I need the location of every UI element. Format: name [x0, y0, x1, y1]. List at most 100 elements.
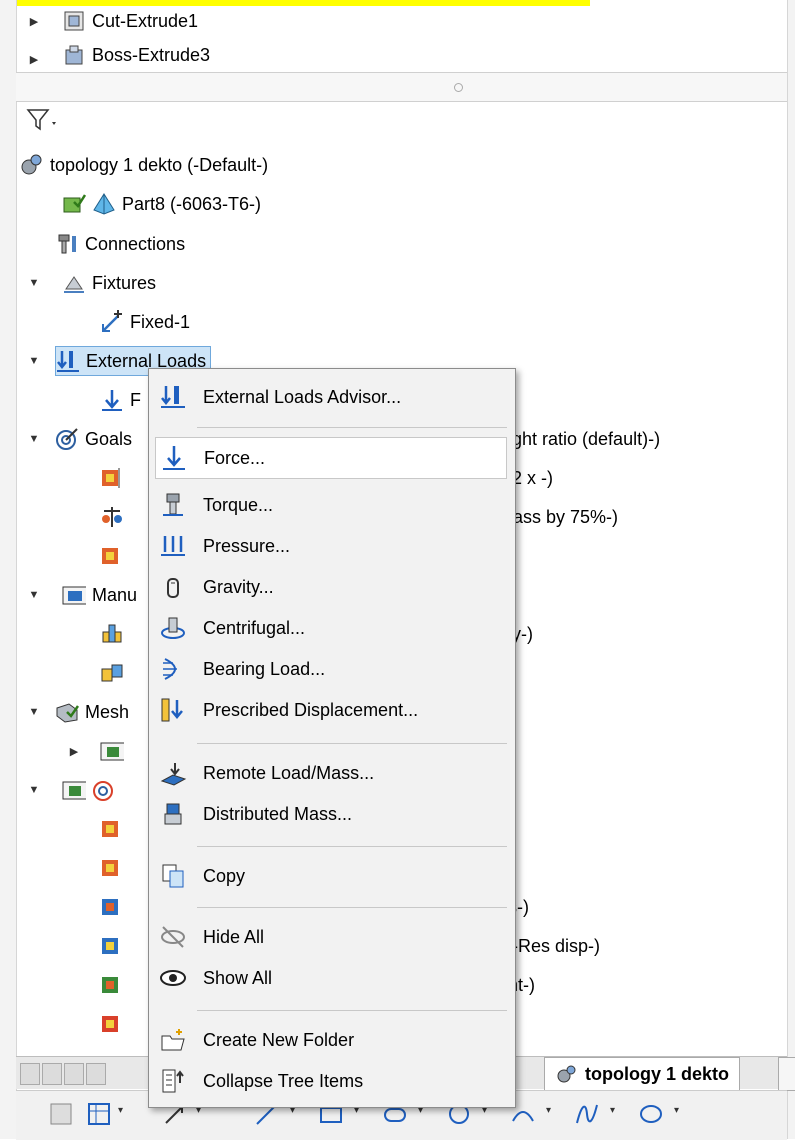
menu-item-label: Pressure... [203, 535, 291, 556]
study-root[interactable]: topology 1 dekto (-Default-) [20, 150, 268, 180]
menu-item-create-new-folder[interactable]: Create New Folder [149, 1020, 515, 1060]
menu-separator [197, 907, 507, 908]
menu-item-force[interactable]: Force... [155, 437, 507, 479]
goal-item-2[interactable] [100, 502, 130, 532]
tree-item-part8[interactable]: Part8 (-6063-T6-) [62, 189, 261, 219]
result-item-6[interactable] [100, 1009, 130, 1039]
collapse-arrow[interactable]: ▼ [28, 775, 40, 805]
menu-separator [197, 427, 507, 428]
chevron-down-icon[interactable]: ▾ [546, 1105, 551, 1116]
goal-item-1[interactable] [100, 463, 130, 493]
menu-item-bearing-load[interactable]: Bearing Load... [149, 649, 515, 689]
study-icon [555, 1062, 579, 1086]
tab-nav-buttons[interactable] [20, 1063, 106, 1085]
next-tab-button[interactable] [64, 1063, 84, 1085]
menu-item-label: Centrifugal... [203, 617, 306, 638]
prev-tab-button[interactable] [42, 1063, 62, 1085]
menu-separator [197, 846, 507, 847]
goal-result-icon [100, 466, 124, 490]
stress-plot-icon [100, 895, 124, 919]
spline-icon[interactable] [572, 1099, 602, 1129]
expand-arrow[interactable]: ▶ [68, 736, 80, 766]
menu-item-label: Hide All [203, 926, 265, 947]
tree-item-boss-extrude3[interactable]: Boss-Extrude3 [62, 44, 210, 66]
tree-item-goals[interactable]: Goals [55, 424, 132, 454]
collapse-arrow[interactable]: ▼ [28, 424, 40, 454]
chevron-down-icon[interactable]: ▾ [674, 1105, 679, 1116]
right-panel-edge [787, 0, 795, 1139]
manu-item-2[interactable] [100, 658, 130, 688]
menu-item-external-loads-advisor[interactable]: External Loads Advisor... [149, 377, 515, 417]
menu-separator [197, 1010, 507, 1011]
menu-item-label: Copy [203, 865, 246, 886]
tree-item-connections[interactable]: Connections [55, 229, 185, 259]
first-tab-button[interactable] [20, 1063, 40, 1085]
menu-item-label: Remote Load/Mass... [203, 762, 375, 783]
chevron-down-icon[interactable]: ▾ [118, 1105, 123, 1116]
result-item-2[interactable] [100, 853, 130, 883]
grid-icon[interactable] [46, 1099, 76, 1129]
mesh-check-icon [62, 192, 86, 216]
tree-item-results[interactable] [62, 775, 122, 805]
splitter-handle-icon[interactable] [454, 83, 463, 92]
collapse-arrow[interactable]: ▼ [28, 697, 40, 727]
menu-item-remote-load[interactable]: Remote Load/Mass... [149, 753, 515, 793]
menu-item-label: External Loads Advisor... [203, 386, 402, 407]
collapse-arrow[interactable]: ▼ [28, 346, 40, 376]
menu-item-label: Bearing Load... [203, 658, 326, 679]
study-label: topology 1 dekto (-Default-) [50, 154, 269, 175]
chevron-down-icon[interactable]: ▾ [610, 1105, 615, 1116]
collapse-tree-icon [159, 1067, 187, 1095]
tree-item-cut-extrude1[interactable]: Cut-Extrude1 [62, 6, 198, 36]
tab-next-study[interactable] [778, 1057, 795, 1091]
external-loads-advisor-icon [159, 383, 187, 411]
study-icon [20, 153, 44, 177]
results-target-icon [92, 778, 116, 802]
menu-item-prescribed-displacement[interactable]: Prescribed Displacement... [149, 690, 515, 730]
goals-target-icon [55, 427, 79, 451]
tree-item-manufacturing[interactable]: Manu [62, 580, 137, 610]
menu-item-gravity[interactable]: Gravity... [149, 567, 515, 607]
bearing-load-icon [159, 655, 187, 683]
tree-item-mesh[interactable]: Mesh [55, 697, 129, 727]
mesh-child-folder[interactable] [100, 736, 130, 766]
tree-item-fixtures[interactable]: Fixtures [62, 268, 156, 298]
result-item-4[interactable] [100, 931, 130, 961]
menu-item-collapse-tree-items[interactable]: Collapse Tree Items [149, 1061, 515, 1101]
menu-item-hide-all[interactable]: Hide All [149, 917, 515, 957]
force-arrow-icon [100, 388, 124, 412]
table-icon[interactable] [84, 1099, 114, 1129]
force-arrow-icon [160, 444, 188, 472]
menu-item-copy[interactable]: Copy [149, 856, 515, 896]
part-pyramid-icon [92, 192, 116, 216]
menu-item-distributed-mass[interactable]: Distributed Mass... [149, 794, 515, 834]
goal-tail-label: 2 x -) [512, 467, 554, 488]
menu-item-show-all[interactable]: Show All [149, 958, 515, 998]
tree-item-force-partial[interactable]: F [100, 385, 141, 415]
goal-item-3[interactable] [100, 541, 130, 571]
new-folder-icon [159, 1026, 187, 1054]
goals-tail-label: ght ratio (default)-) [512, 428, 661, 449]
manu-item-1[interactable] [100, 619, 130, 649]
result-item-5[interactable] [100, 970, 130, 1000]
collapse-arrow[interactable]: ▼ [28, 268, 40, 298]
goals-label: Goals [85, 428, 133, 449]
filter-button[interactable] [22, 104, 62, 134]
result-item-3[interactable] [100, 892, 130, 922]
tree-item-fixed1[interactable]: Fixed-1 [100, 307, 190, 337]
symmetry-icon [100, 622, 124, 646]
menu-item-pressure[interactable]: Pressure... [149, 526, 515, 566]
force-partial-label: F [130, 389, 141, 410]
menu-item-centrifugal[interactable]: Centrifugal... [149, 608, 515, 648]
menu-item-torque[interactable]: Torque... [149, 485, 515, 525]
expand-arrow[interactable]: ▶ [28, 6, 40, 36]
mass-constraint-icon [100, 505, 124, 529]
ellipse-icon[interactable] [636, 1099, 666, 1129]
expand-arrow[interactable]: ▶ [28, 44, 40, 74]
displacement-plot-icon [100, 934, 124, 958]
collapse-arrow[interactable]: ▼ [28, 580, 40, 610]
tab-topology-study[interactable]: topology 1 dekto [544, 1057, 740, 1091]
pane-splitter[interactable] [16, 72, 787, 102]
result-item-1[interactable] [100, 814, 130, 844]
last-tab-button[interactable] [86, 1063, 106, 1085]
